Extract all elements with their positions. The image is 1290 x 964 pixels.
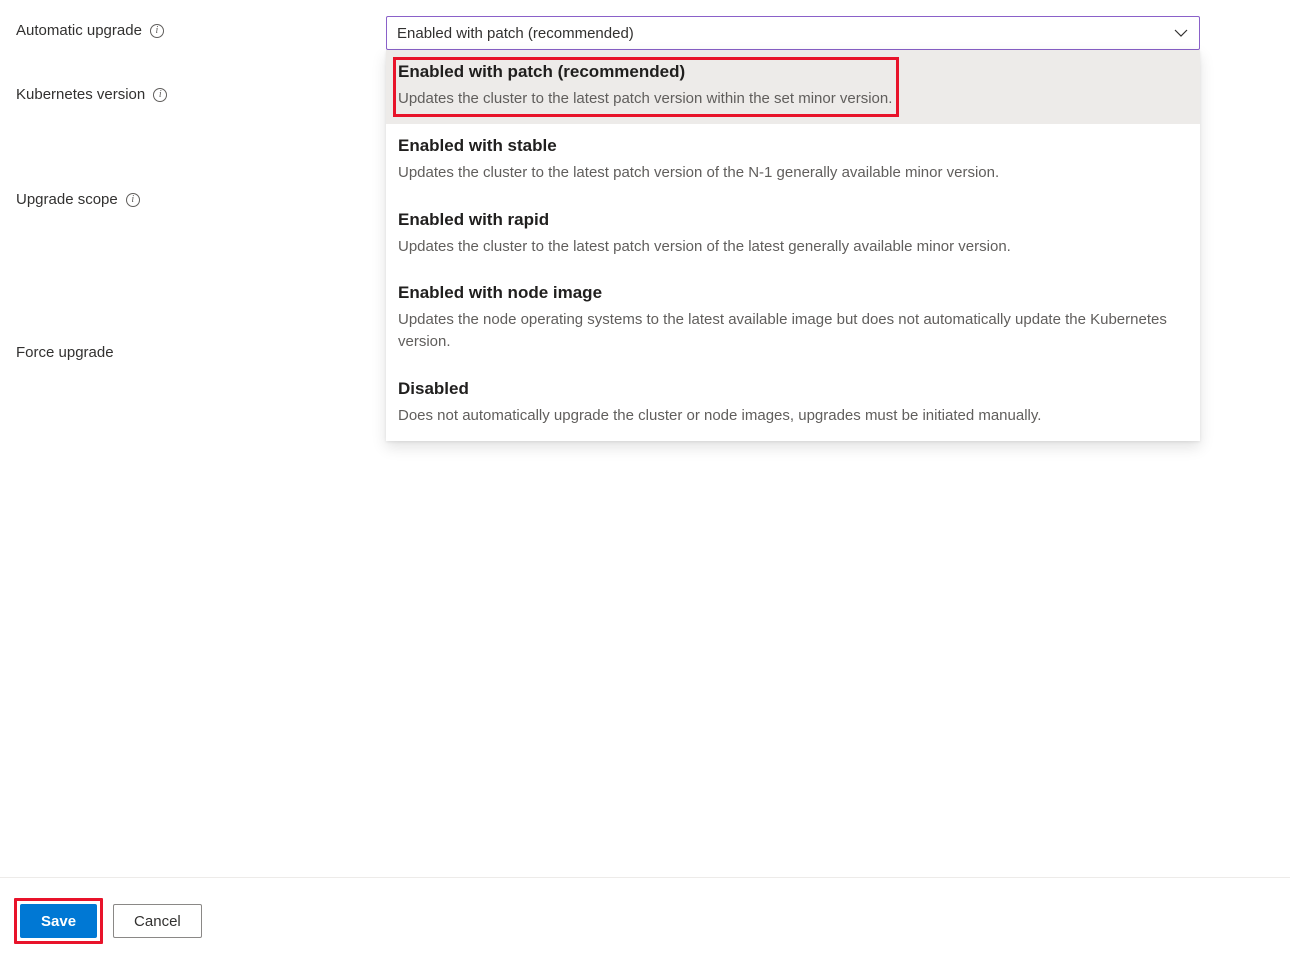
annotation-highlight-option: Enabled with patch (recommended) Updates… xyxy=(393,57,899,117)
chevron-down-icon xyxy=(1173,25,1189,41)
info-icon[interactable]: i xyxy=(126,193,140,207)
dropdown-selected-value: Enabled with patch (recommended) xyxy=(397,25,634,42)
option-enabled-with-patch[interactable]: Enabled with patch (recommended) Updates… xyxy=(386,50,1200,124)
option-title: Enabled with node image xyxy=(398,283,1188,303)
option-desc: Updates the cluster to the latest patch … xyxy=(398,236,1188,258)
info-icon[interactable]: i xyxy=(150,24,164,38)
info-icon[interactable]: i xyxy=(153,88,167,102)
automatic-upgrade-label: Automatic upgrade xyxy=(16,22,142,39)
option-title: Enabled with stable xyxy=(398,136,1188,156)
force-upgrade-label: Force upgrade xyxy=(16,344,114,361)
option-desc: Does not automatically upgrade the clust… xyxy=(398,405,1188,427)
option-desc: Updates the node operating systems to th… xyxy=(398,309,1188,353)
option-enabled-with-stable[interactable]: Enabled with stable Updates the cluster … xyxy=(386,124,1200,198)
option-desc: Updates the cluster to the latest patch … xyxy=(398,88,892,110)
annotation-highlight-save: Save xyxy=(14,898,103,944)
save-button[interactable]: Save xyxy=(20,904,97,938)
option-title: Enabled with patch (recommended) xyxy=(398,62,892,82)
automatic-upgrade-dropdown[interactable]: Enabled with patch (recommended) xyxy=(386,16,1200,50)
cancel-button[interactable]: Cancel xyxy=(113,904,202,938)
automatic-upgrade-dropdown-list: Enabled with patch (recommended) Updates… xyxy=(386,50,1200,441)
option-title: Disabled xyxy=(398,379,1188,399)
option-title: Enabled with rapid xyxy=(398,210,1188,230)
footer-actions: Save Cancel xyxy=(0,877,1290,964)
row-automatic-upgrade: Automatic upgrade i Enabled with patch (… xyxy=(16,16,1274,50)
option-enabled-with-rapid[interactable]: Enabled with rapid Updates the cluster t… xyxy=(386,198,1200,272)
upgrade-scope-label: Upgrade scope xyxy=(16,191,118,208)
option-enabled-with-node-image[interactable]: Enabled with node image Updates the node… xyxy=(386,271,1200,367)
option-disabled[interactable]: Disabled Does not automatically upgrade … xyxy=(386,367,1200,441)
option-desc: Updates the cluster to the latest patch … xyxy=(398,162,1188,184)
kubernetes-version-label: Kubernetes version xyxy=(16,86,145,103)
